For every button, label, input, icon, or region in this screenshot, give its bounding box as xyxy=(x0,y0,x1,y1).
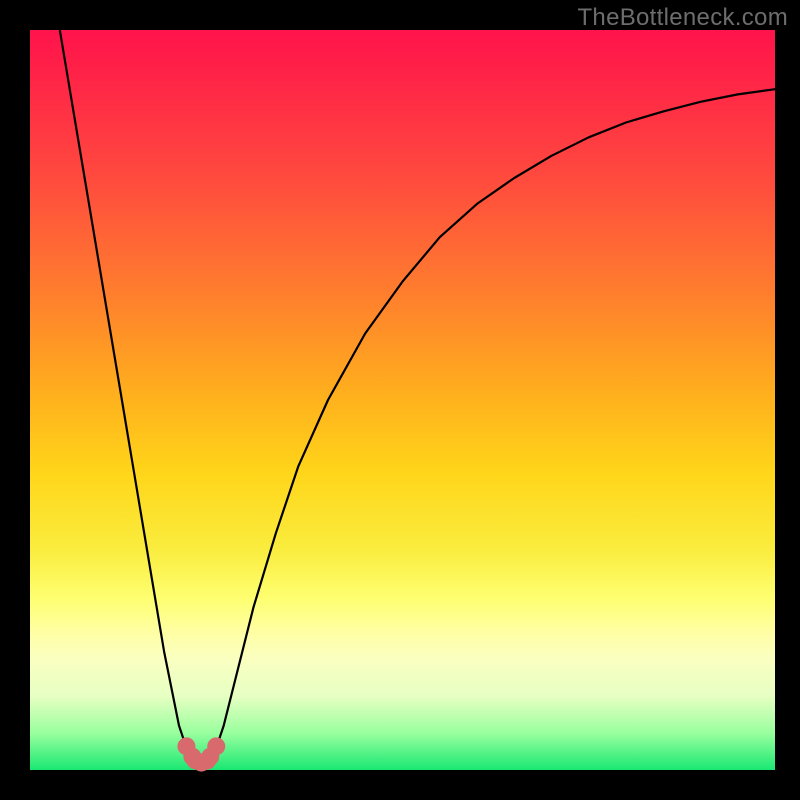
trough-markers xyxy=(177,737,225,771)
plot-area xyxy=(30,30,775,770)
trough-marker xyxy=(207,737,225,755)
bottleneck-curve xyxy=(60,30,775,763)
curve-layer xyxy=(30,30,775,770)
chart-frame: TheBottleneck.com xyxy=(0,0,800,800)
watermark-text: TheBottleneck.com xyxy=(577,4,788,32)
